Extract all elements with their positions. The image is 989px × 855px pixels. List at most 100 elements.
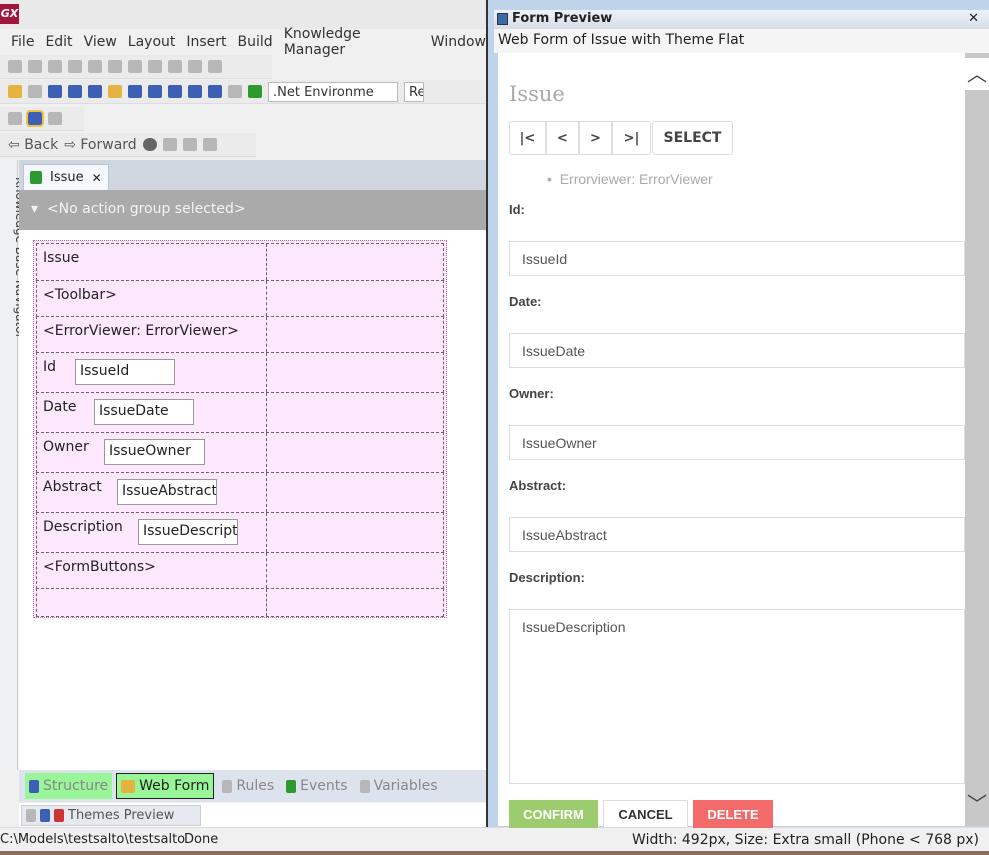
table-row[interactable]: <FormButtons> bbox=[36, 552, 444, 589]
history-icon[interactable] bbox=[182, 138, 197, 151]
menu-build[interactable]: Build bbox=[238, 34, 273, 50]
field-issueid[interactable]: IssueId bbox=[75, 359, 175, 385]
rules-icon bbox=[222, 779, 233, 793]
next-button[interactable]: > bbox=[579, 121, 612, 155]
tab-structure[interactable]: Structure bbox=[25, 773, 113, 799]
sort-desc-icon[interactable] bbox=[28, 60, 42, 73]
close-icon[interactable]: ✕ bbox=[968, 11, 979, 26]
scrollbar[interactable]: ︿ ﹀ bbox=[965, 53, 989, 826]
description-textarea[interactable]: IssueDescription bbox=[509, 609, 965, 784]
clipboard-icon[interactable] bbox=[26, 809, 36, 822]
table-row[interactable]: Id IssueId bbox=[36, 352, 444, 393]
owner-input[interactable]: IssueOwner bbox=[509, 425, 965, 460]
comment-icon[interactable] bbox=[168, 60, 182, 73]
indent-icon[interactable] bbox=[88, 60, 102, 73]
frame-icon[interactable] bbox=[128, 60, 142, 73]
webform-icon[interactable] bbox=[26, 110, 44, 127]
description-label: Description: bbox=[509, 570, 585, 585]
menu-layout[interactable]: Layout bbox=[128, 34, 176, 50]
preview-icon[interactable] bbox=[54, 809, 64, 822]
comment-delete-icon[interactable] bbox=[208, 60, 222, 73]
taskbar bbox=[0, 851, 989, 855]
menu-window[interactable]: Window bbox=[431, 34, 486, 50]
tab-label: Themes Preview bbox=[68, 808, 175, 823]
table-row[interactable]: Owner IssueOwner bbox=[36, 432, 444, 473]
environment-select[interactable]: .Net Environme bbox=[268, 81, 398, 102]
field-issueowner[interactable]: IssueOwner bbox=[104, 439, 205, 465]
delete-button[interactable]: DELETE bbox=[693, 800, 773, 828]
scroll-up-icon[interactable]: ︿ bbox=[965, 58, 989, 90]
cancel-build-icon[interactable] bbox=[228, 85, 242, 98]
redo-icon[interactable] bbox=[148, 85, 162, 98]
layout-icon[interactable] bbox=[8, 112, 22, 125]
run-icon[interactable] bbox=[248, 85, 262, 98]
menu-knowledge-manager[interactable]: Knowledge Manager bbox=[284, 26, 420, 58]
table-row[interactable] bbox=[36, 588, 444, 617]
tab-events[interactable]: Events bbox=[282, 773, 351, 799]
cancel-button[interactable]: CANCEL bbox=[603, 800, 688, 828]
menu-view[interactable]: View bbox=[84, 34, 117, 50]
copy-icon[interactable] bbox=[88, 85, 102, 98]
menu-file[interactable]: File bbox=[11, 34, 34, 50]
date-input[interactable]: IssueDate bbox=[509, 333, 965, 368]
frame-icon[interactable] bbox=[148, 60, 162, 73]
align-icon[interactable] bbox=[68, 60, 82, 73]
table-row[interactable]: Description IssueDescription bbox=[36, 512, 444, 553]
field-issuedescription[interactable]: IssueDescription bbox=[138, 519, 238, 545]
edit-icon[interactable] bbox=[162, 138, 177, 151]
tab-web-form[interactable]: Web Form bbox=[116, 773, 215, 799]
cell-label: Id bbox=[43, 359, 57, 375]
table-row[interactable]: Abstract IssueAbstract bbox=[36, 472, 444, 513]
undo-icon[interactable] bbox=[128, 85, 142, 98]
confirm-button[interactable]: CONFIRM bbox=[509, 800, 598, 828]
back-button[interactable]: ⇦ Back bbox=[8, 137, 58, 153]
save-all-icon[interactable] bbox=[48, 85, 62, 98]
select-button[interactable]: SELECT bbox=[652, 121, 733, 155]
tab-issue[interactable]: Issue ✕ bbox=[23, 164, 109, 190]
close-icon[interactable]: ✕ bbox=[92, 171, 102, 185]
comment-icon[interactable] bbox=[188, 60, 202, 73]
search-icon[interactable] bbox=[40, 809, 50, 822]
tab-rules[interactable]: Rules bbox=[218, 773, 278, 799]
id-input[interactable]: IssueId bbox=[509, 241, 965, 276]
save-icon[interactable] bbox=[28, 85, 42, 98]
status-state: Done bbox=[184, 832, 219, 847]
field-issueabstract[interactable]: IssueAbstract bbox=[117, 479, 217, 505]
new-icon[interactable] bbox=[8, 85, 22, 98]
field-issuedate[interactable]: IssueDate bbox=[94, 399, 194, 425]
menu-edit[interactable]: Edit bbox=[45, 34, 72, 50]
navigation-toolbar: ⇦ Back ⇨ Forward bbox=[0, 133, 256, 157]
table-row[interactable]: <Toolbar> bbox=[36, 280, 444, 317]
abstract-input[interactable]: IssueAbstract bbox=[509, 517, 965, 552]
abstract-label: Abstract: bbox=[509, 478, 567, 493]
back-label: Back bbox=[24, 136, 59, 153]
last-button[interactable]: >| bbox=[612, 121, 651, 155]
owner-label: Owner: bbox=[509, 386, 554, 401]
align-icon[interactable] bbox=[48, 60, 62, 73]
structure-icon[interactable] bbox=[48, 112, 62, 125]
tab-label: Web Form bbox=[139, 778, 210, 794]
table-row[interactable]: Date IssueDate bbox=[36, 392, 444, 433]
environment-next-select[interactable]: Re bbox=[404, 81, 424, 102]
action-group-bar[interactable]: ▾ <No action group selected> bbox=[19, 190, 486, 230]
build-all-icon[interactable] bbox=[208, 85, 222, 98]
outdent-icon[interactable] bbox=[108, 60, 122, 73]
tab-themes-preview[interactable]: Themes Preview bbox=[21, 805, 201, 826]
undo-list-icon[interactable] bbox=[168, 85, 182, 98]
forward-label: Forward bbox=[80, 136, 137, 153]
tab-variables[interactable]: Variables bbox=[356, 773, 442, 799]
sort-asc-icon[interactable] bbox=[8, 60, 22, 73]
paste-icon[interactable] bbox=[108, 85, 122, 98]
build-icon[interactable] bbox=[188, 85, 202, 98]
forward-button[interactable]: ⇨ Forward bbox=[64, 137, 137, 153]
first-button[interactable]: |< bbox=[509, 121, 546, 155]
previous-button[interactable]: < bbox=[546, 121, 579, 155]
properties-icon[interactable] bbox=[202, 138, 217, 151]
menu-insert[interactable]: Insert bbox=[186, 34, 226, 50]
title-bar bbox=[0, 0, 486, 29]
globe-icon[interactable] bbox=[142, 138, 157, 151]
table-row[interactable]: <ErrorViewer: ErrorViewer> bbox=[36, 316, 444, 353]
cut-icon[interactable] bbox=[68, 85, 82, 98]
table-row[interactable]: Issue bbox=[36, 243, 444, 281]
scroll-down-icon[interactable]: ﹀ bbox=[965, 788, 989, 820]
